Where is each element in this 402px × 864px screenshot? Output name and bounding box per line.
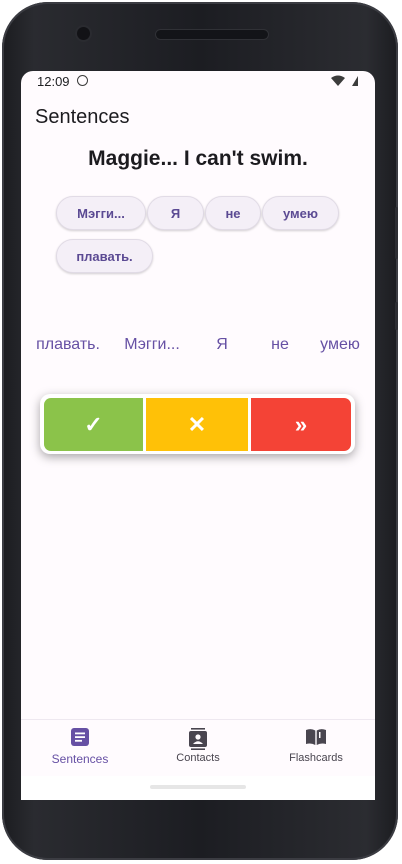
- home-gesture-handle[interactable]: [150, 785, 246, 789]
- word-chip[interactable]: не: [205, 196, 261, 230]
- front-camera: [77, 27, 90, 40]
- nav-item-flashcards[interactable]: Flashcards: [257, 720, 375, 776]
- word-chip[interactable]: Я: [147, 196, 204, 230]
- app-screen: 12:09 Sentences Maggie... I can't swim. …: [21, 71, 375, 776]
- wifi-icon: [331, 75, 345, 86]
- target-sentence: Maggie... I can't swim.: [88, 147, 308, 170]
- word-chip[interactable]: плавать.: [56, 239, 153, 273]
- nav-item-contacts[interactable]: Contacts: [139, 720, 257, 776]
- shuffled-word[interactable]: Я: [216, 336, 228, 354]
- wrong-button[interactable]: ✕: [146, 398, 248, 451]
- correct-button[interactable]: ✓: [44, 398, 143, 451]
- earpiece-speaker: [156, 30, 268, 39]
- battery-icon: [352, 76, 358, 86]
- volume-button: [395, 207, 398, 259]
- power-button: [395, 302, 398, 330]
- app-notification-icon: [77, 75, 88, 86]
- article-icon: [71, 728, 89, 746]
- nav-label-flashcards: Flashcards: [289, 752, 343, 764]
- open-book-icon: [306, 729, 326, 745]
- nav-label-sentences: Sentences: [51, 752, 109, 766]
- word-chip[interactable]: умею: [262, 196, 339, 230]
- status-bar: 12:09: [21, 71, 375, 93]
- check-icon: ✓: [84, 411, 103, 437]
- bottom-navigation: Sentences Contacts Flashcards: [21, 719, 375, 776]
- shuffled-word[interactable]: Мэгги...: [124, 336, 180, 354]
- double-chevron-right-icon: »: [294, 411, 308, 437]
- skip-button[interactable]: »: [251, 398, 351, 451]
- close-icon: ✕: [187, 411, 207, 437]
- page-title: Sentences: [35, 106, 130, 128]
- shuffled-word[interactable]: не: [271, 336, 289, 354]
- shuffled-word[interactable]: плавать.: [36, 336, 100, 354]
- word-chip[interactable]: Мэгги...: [56, 196, 146, 230]
- answer-action-bar: ✓ ✕ »: [40, 394, 355, 454]
- nav-item-sentences[interactable]: Sentences: [21, 720, 139, 776]
- nav-label-contacts: Contacts: [176, 752, 220, 764]
- contact-card-icon: [189, 728, 207, 750]
- status-time: 12:09: [37, 74, 70, 89]
- shuffled-word[interactable]: умею: [320, 336, 360, 354]
